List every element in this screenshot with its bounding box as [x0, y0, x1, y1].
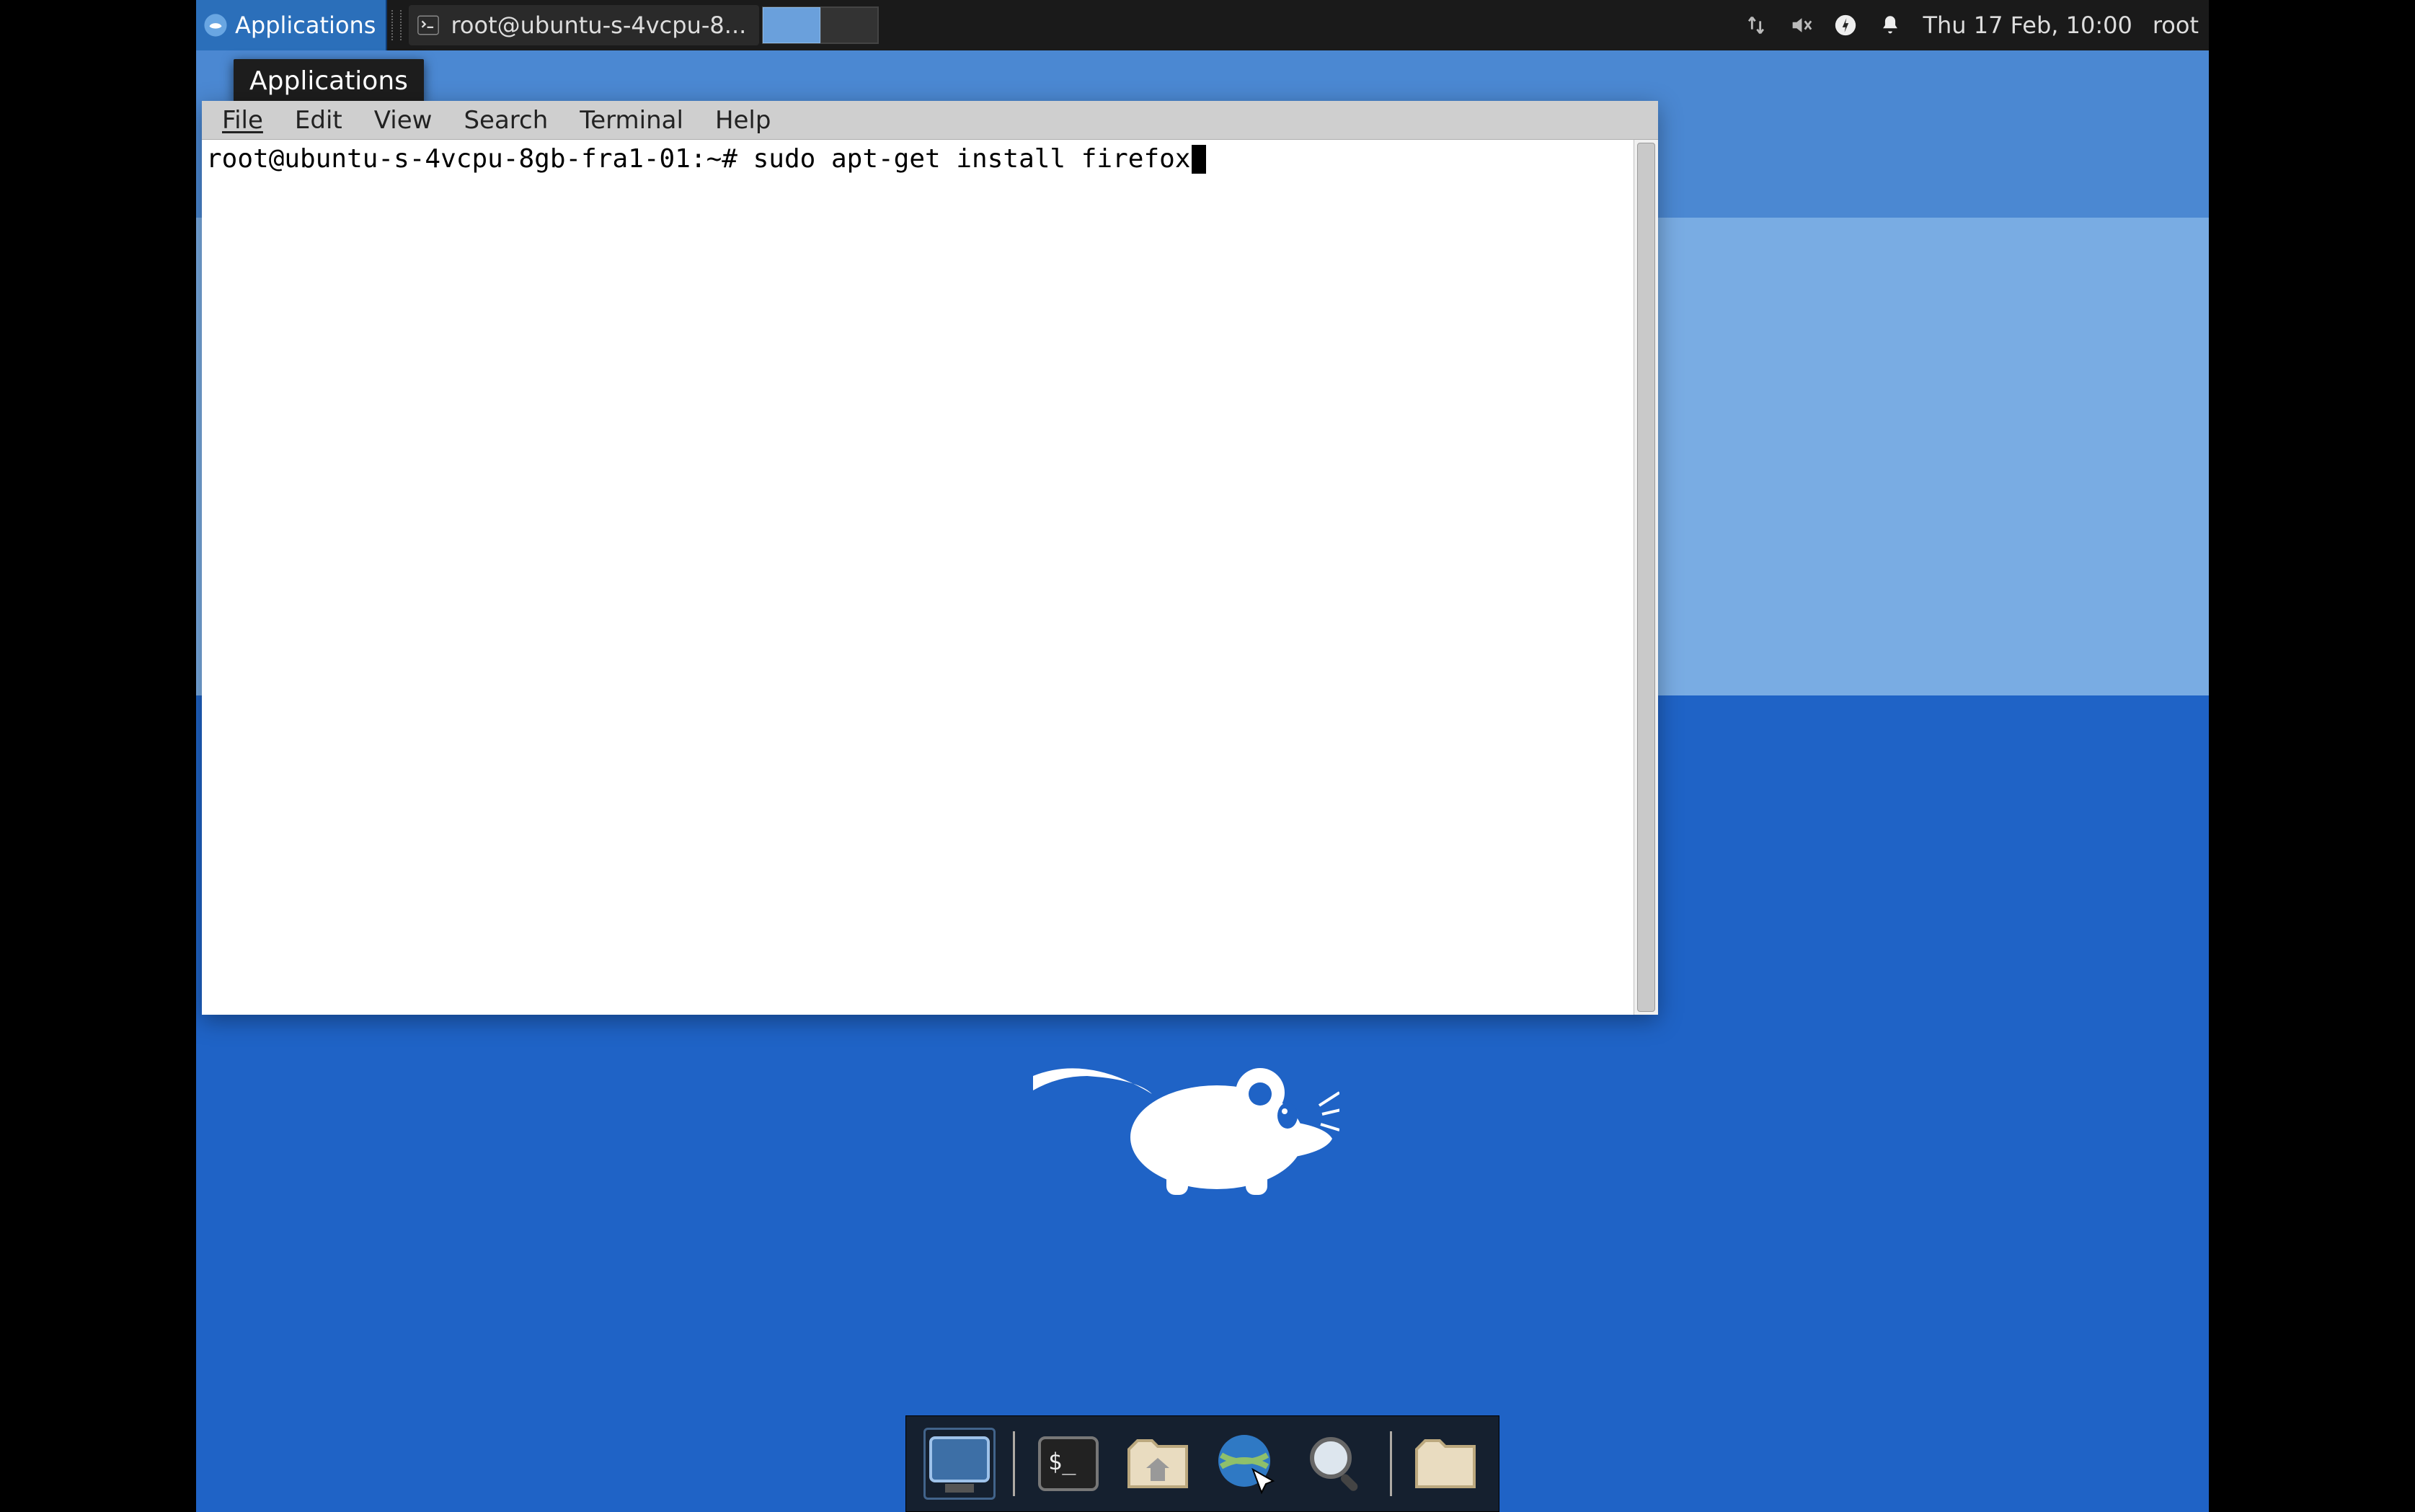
dock-web-browser[interactable]: [1211, 1428, 1283, 1500]
globe-cursor-icon: [1213, 1429, 1282, 1498]
show-desktop-icon: [925, 1429, 994, 1498]
scrollbar-thumb[interactable]: [1637, 143, 1655, 1012]
terminal-icon: [416, 13, 440, 37]
xfce-mouse-logo: [1029, 1036, 1339, 1195]
power-icon[interactable]: [1833, 13, 1858, 37]
top-panel: Applications root@ubuntu-s-4vcpu-8...: [196, 0, 2209, 50]
menu-search[interactable]: Search: [464, 106, 548, 135]
applications-tooltip-text: Applications: [249, 66, 408, 96]
svg-text:$_: $_: [1048, 1448, 1076, 1475]
folder-icon: [1411, 1429, 1480, 1498]
terminal-icon: $_: [1034, 1429, 1103, 1498]
applications-menu-button[interactable]: Applications: [196, 0, 387, 50]
panel-handle[interactable]: [391, 10, 402, 40]
terminal-text-area[interactable]: root@ubuntu-s-4vcpu-8gb-fra1-01:~# sudo …: [202, 140, 1634, 1015]
dock-separator: [1390, 1431, 1392, 1496]
dock-app-finder[interactable]: [1300, 1428, 1373, 1500]
bell-icon[interactable]: [1878, 13, 1902, 37]
menu-edit[interactable]: Edit: [295, 106, 342, 135]
workspace-2[interactable]: [820, 7, 878, 43]
taskbar-window-button[interactable]: root@ubuntu-s-4vcpu-8...: [409, 5, 759, 45]
panel-clock[interactable]: Thu 17 Feb, 10:00: [1923, 12, 2132, 39]
terminal-cursor: [1192, 145, 1206, 174]
terminal-prompt: root@ubuntu-s-4vcpu-8gb-fra1-01:~#: [206, 144, 737, 174]
dock-separator: [1013, 1431, 1015, 1496]
terminal-scrollbar[interactable]: [1634, 140, 1658, 1015]
menu-help[interactable]: Help: [715, 106, 771, 135]
dock-show-desktop[interactable]: [923, 1428, 996, 1500]
magnifier-icon: [1302, 1429, 1371, 1498]
menu-file[interactable]: File: [222, 106, 263, 135]
dock-user-home[interactable]: [1409, 1428, 1481, 1500]
workspace-pager[interactable]: [762, 6, 879, 44]
dock-file-manager[interactable]: [1122, 1428, 1194, 1500]
network-updown-icon[interactable]: [1744, 13, 1768, 37]
workspace-1[interactable]: [763, 7, 820, 43]
taskbar-window-title: root@ubuntu-s-4vcpu-8...: [451, 12, 746, 39]
panel-user-label[interactable]: root: [2153, 12, 2199, 39]
menu-terminal[interactable]: Terminal: [580, 106, 683, 135]
terminal-window: File Edit View Search Terminal Help root…: [202, 101, 1658, 1015]
bottom-dock: $_: [905, 1415, 1499, 1512]
terminal-command: sudo apt-get install firefox: [753, 144, 1191, 174]
xfce-logo-icon: [203, 13, 228, 37]
menu-view[interactable]: View: [374, 106, 433, 135]
audio-muted-icon[interactable]: [1789, 13, 1813, 37]
folder-home-icon: [1123, 1429, 1192, 1498]
applications-menu-label: Applications: [235, 12, 376, 39]
dock-terminal[interactable]: $_: [1032, 1428, 1104, 1500]
applications-tooltip: Applications: [234, 59, 424, 103]
terminal-menubar: File Edit View Search Terminal Help: [202, 101, 1658, 140]
